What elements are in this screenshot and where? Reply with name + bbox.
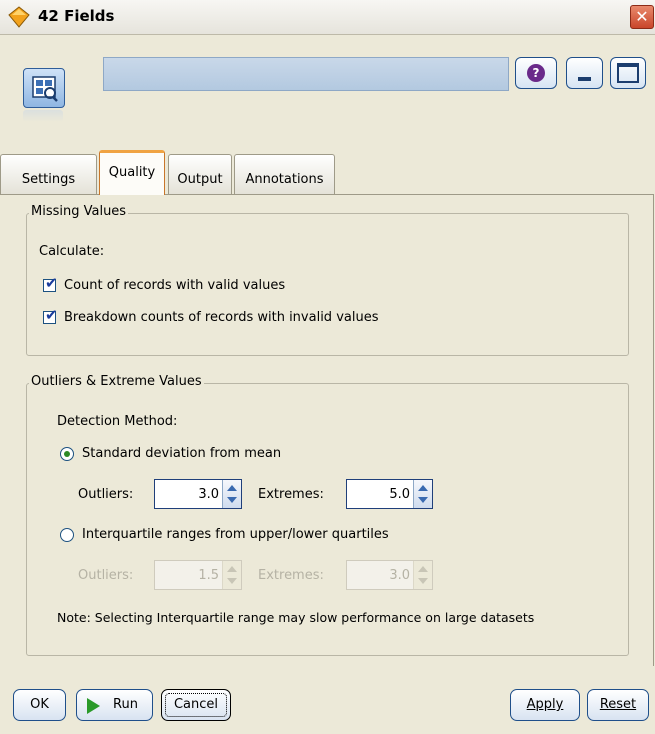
iqr-radio[interactable] <box>60 528 74 542</box>
spin-up-icon[interactable] <box>227 485 237 491</box>
count-valid-checkbox[interactable]: ✔ <box>43 274 58 292</box>
std-outliers-spinner[interactable]: 3.0 <box>154 479 242 509</box>
ok-button[interactable]: OK <box>13 689 66 721</box>
iqr-extremes-value: 3.0 <box>389 568 410 583</box>
checkmark-icon: ✔ <box>45 274 58 292</box>
spinner-arrows <box>222 561 241 589</box>
apply-button[interactable]: Apply <box>510 689 580 721</box>
iqr-performance-note: Note: Selecting Interquartile range may … <box>57 610 535 625</box>
iqr-outliers-label: Outliers: <box>78 568 134 583</box>
spin-down-icon[interactable] <box>227 497 237 503</box>
radio-selected-dot <box>64 451 70 457</box>
title-bar[interactable]: 42 Fields ✕ <box>0 0 655 35</box>
count-valid-label[interactable]: Count of records with valid values <box>64 278 285 293</box>
spin-down-icon[interactable] <box>418 497 428 503</box>
spinner-arrows[interactable] <box>413 480 432 508</box>
std-dev-label[interactable]: Standard deviation from mean <box>82 446 281 461</box>
minimize-icon <box>578 77 591 81</box>
std-extremes-spinner[interactable]: 5.0 <box>346 479 433 509</box>
cancel-button[interactable]: Cancel <box>161 689 231 721</box>
tab-output[interactable]: Output <box>168 154 232 194</box>
spin-up-icon <box>227 566 237 572</box>
reset-button[interactable]: Reset <box>587 689 649 721</box>
close-button[interactable]: ✕ <box>630 5 654 29</box>
breakdown-invalid-label[interactable]: Breakdown counts of records with invalid… <box>64 310 378 325</box>
iqr-outliers-spinner: 1.5 <box>154 560 242 590</box>
spin-down-icon <box>418 578 428 584</box>
tab-quality[interactable]: Quality <box>99 150 165 195</box>
node-name-field[interactable] <box>103 57 509 91</box>
iqr-label[interactable]: Interquartile ranges from upper/lower qu… <box>82 527 389 542</box>
minimize-button[interactable] <box>566 57 603 89</box>
diamond-node-icon <box>8 6 30 28</box>
spinner-arrows[interactable] <box>222 480 241 508</box>
std-dev-radio[interactable] <box>60 447 74 461</box>
dialog-window: 42 Fields ✕ ? Settings Quality Output An… <box>0 0 655 734</box>
run-button[interactable]: Run <box>76 689 153 721</box>
data-audit-node-icon <box>23 68 65 108</box>
detection-method-label: Detection Method: <box>57 414 178 429</box>
apply-label: Apply <box>526 697 564 712</box>
calculate-label: Calculate: <box>39 244 105 259</box>
help-icon: ? <box>527 64 545 82</box>
std-extremes-label: Extremes: <box>258 487 324 502</box>
spin-up-icon[interactable] <box>418 485 428 491</box>
maximize-icon <box>617 63 639 83</box>
spinner-arrows <box>413 561 432 589</box>
tab-settings[interactable]: Settings <box>0 154 97 194</box>
iqr-outliers-value: 1.5 <box>198 568 219 583</box>
iqr-extremes-spinner: 3.0 <box>346 560 433 590</box>
maximize-button[interactable] <box>610 57 646 89</box>
std-outliers-label: Outliers: <box>78 487 134 502</box>
run-label: Run <box>113 697 138 712</box>
window-title: 42 Fields <box>38 7 115 25</box>
cancel-label: Cancel <box>165 693 227 717</box>
checkmark-icon: ✔ <box>45 306 58 324</box>
std-extremes-value[interactable]: 5.0 <box>389 487 410 502</box>
spin-up-icon <box>418 566 428 572</box>
outliers-legend: Outliers & Extreme Values <box>29 374 204 389</box>
reset-label: Reset <box>599 697 637 712</box>
play-icon <box>87 698 100 714</box>
std-outliers-value[interactable]: 3.0 <box>198 487 219 502</box>
node-icon-reflection <box>23 110 63 122</box>
breakdown-invalid-checkbox[interactable]: ✔ <box>43 306 58 324</box>
missing-values-legend: Missing Values <box>29 204 129 219</box>
spin-down-icon <box>227 578 237 584</box>
iqr-extremes-label: Extremes: <box>258 568 324 583</box>
tab-annotations[interactable]: Annotations <box>234 154 335 194</box>
help-button[interactable]: ? <box>515 57 557 89</box>
